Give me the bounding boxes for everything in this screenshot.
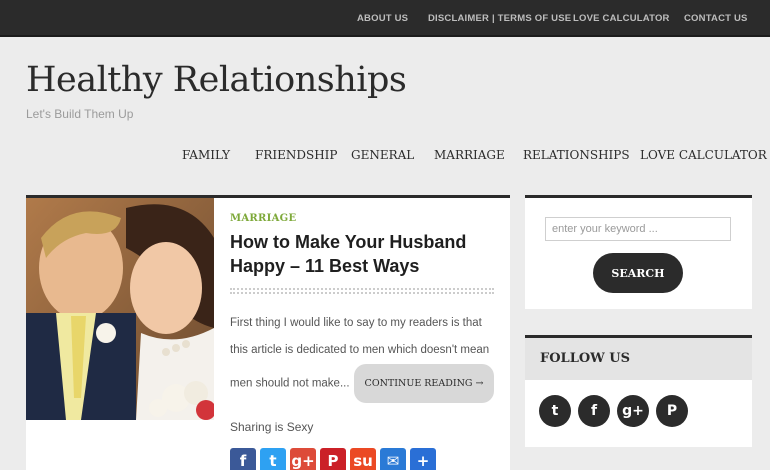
nav-relationships[interactable]: RELATIONSHIPS bbox=[523, 148, 630, 162]
post-card: MARRIAGE How to Make Your Husband Happy … bbox=[26, 195, 510, 470]
nav-love-calculator[interactable]: LOVE CALCULATOR bbox=[640, 148, 767, 162]
continue-reading-button[interactable]: CONTINUE READING → bbox=[353, 364, 495, 403]
twitter-icon[interactable]: t bbox=[260, 448, 286, 470]
follow-heading: FOLLOW US bbox=[525, 338, 752, 380]
search-widget: SEARCH bbox=[525, 195, 752, 309]
title-divider bbox=[230, 288, 494, 294]
topnav-disclaimer[interactable]: DISCLAIMER | TERMS OF USE bbox=[428, 13, 571, 24]
topnav-about-us[interactable]: ABOUT US bbox=[357, 13, 408, 24]
facebook-icon[interactable]: f bbox=[230, 448, 256, 470]
top-bar: ABOUT US DISCLAIMER | TERMS OF USE LOVE … bbox=[0, 0, 770, 37]
site-tagline: Let's Build Them Up bbox=[26, 107, 134, 121]
post-category[interactable]: MARRIAGE bbox=[230, 213, 496, 224]
pinterest-icon[interactable]: P bbox=[320, 448, 346, 470]
facebook-icon[interactable]: f bbox=[578, 395, 610, 427]
post-body: MARRIAGE How to Make Your Husband Happy … bbox=[230, 213, 496, 470]
nav-marriage[interactable]: MARRIAGE bbox=[434, 148, 505, 162]
share-plus-icon[interactable]: + bbox=[410, 448, 436, 470]
google-plus-icon[interactable]: g+ bbox=[290, 448, 316, 470]
topnav-contact-us[interactable]: CONTACT US bbox=[684, 13, 748, 24]
follow-icons: t f g+ P bbox=[539, 395, 688, 427]
stumbleupon-icon[interactable]: su bbox=[350, 448, 376, 470]
post-thumbnail[interactable] bbox=[26, 198, 214, 420]
pinterest-icon[interactable]: P bbox=[656, 395, 688, 427]
site-title[interactable]: Healthy Relationships bbox=[26, 60, 407, 100]
search-input[interactable] bbox=[545, 217, 731, 241]
post-excerpt: First thing I would like to say to my re… bbox=[230, 310, 496, 403]
search-button[interactable]: SEARCH bbox=[593, 253, 683, 293]
share-label: Sharing is Sexy bbox=[230, 420, 314, 434]
google-plus-icon[interactable]: g+ bbox=[617, 395, 649, 427]
nav-friendship[interactable]: FRIENDSHIP bbox=[255, 148, 337, 162]
topnav-love-calculator[interactable]: LOVE CALCULATOR bbox=[573, 13, 670, 24]
nav-family[interactable]: FAMILY bbox=[182, 148, 230, 162]
email-icon[interactable]: ✉ bbox=[380, 448, 406, 470]
follow-widget: FOLLOW US t f g+ P bbox=[525, 335, 752, 447]
nav-general[interactable]: GENERAL bbox=[351, 148, 414, 162]
share-buttons: f t g+ Psu ✉ + bbox=[230, 448, 496, 470]
twitter-icon[interactable]: t bbox=[539, 395, 571, 427]
post-title[interactable]: How to Make Your Husband Happy – 11 Best… bbox=[230, 230, 496, 278]
